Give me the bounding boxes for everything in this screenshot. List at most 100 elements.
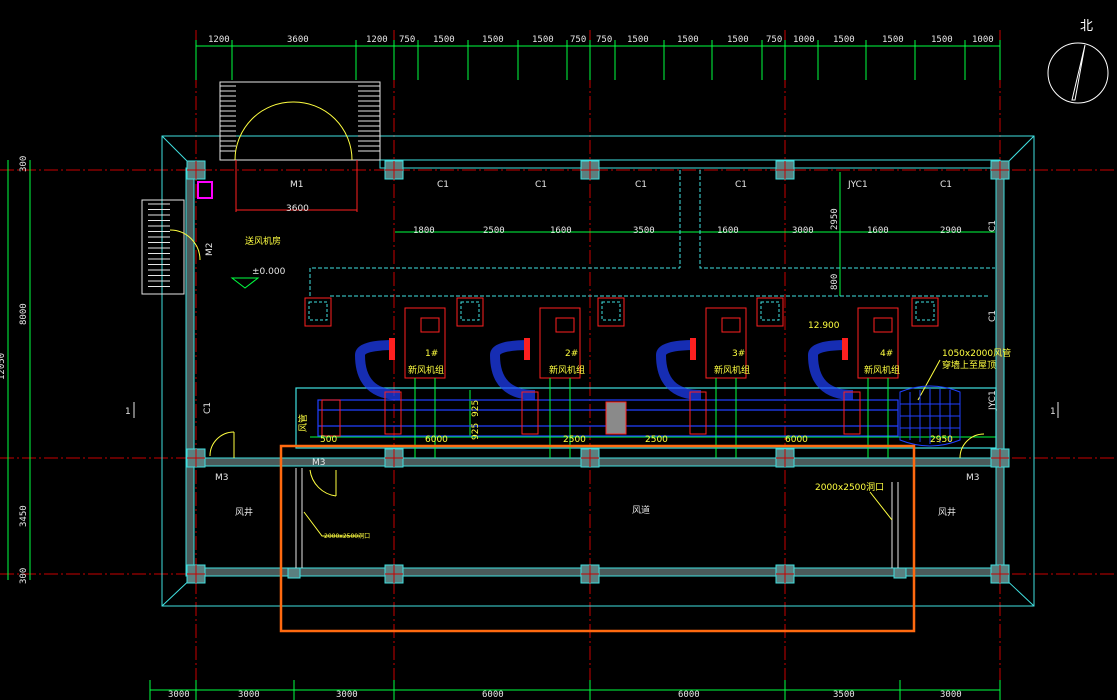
top-dim-label: 1500: [627, 35, 649, 45]
top-dim-label: 750: [399, 35, 415, 45]
structural-column: [580, 448, 600, 468]
top-dim-label: 1500: [882, 35, 904, 45]
top-dim-label: 1000: [972, 35, 994, 45]
fan-name: 新风机组: [549, 364, 585, 376]
top-dim-label: 1000: [793, 35, 815, 45]
section-mark-right: 1: [1050, 407, 1056, 417]
duct-note-line2: 穿墙上至屋顶: [942, 359, 996, 371]
top-dim-label: 1500: [833, 35, 855, 45]
structural-column: [775, 160, 795, 180]
duct-dim-label: 3000: [792, 226, 814, 236]
fan-flange: [842, 338, 848, 360]
fan-flange: [690, 338, 696, 360]
room-label-machine: 送风机房: [245, 235, 281, 247]
top-dim-label: 750: [570, 35, 586, 45]
fire-damper: [605, 401, 627, 435]
structural-column: [990, 564, 1010, 584]
door-m3-label: M3: [215, 473, 229, 483]
fan-flange: [524, 338, 530, 360]
vertical-dim-label: 800: [830, 274, 840, 290]
left-dim-label: 3450: [19, 505, 29, 527]
duct-dim-label: 1600: [717, 226, 739, 236]
window-label: C1: [535, 180, 547, 190]
duct-dim-label: 1600: [550, 226, 572, 236]
top-dim-label: 1200: [366, 35, 388, 45]
equipment-note: 12.900: [808, 321, 840, 331]
duct-dim-label: 1600: [867, 226, 889, 236]
structural-column: [580, 160, 600, 180]
bottom-dim-label: 3000: [336, 690, 358, 700]
fan-flange: [389, 338, 395, 360]
top-dim-label: 1500: [677, 35, 699, 45]
door-m3-label: M3: [312, 458, 326, 468]
door-m1-width: 3600: [286, 204, 309, 214]
fan-id: 1#: [425, 349, 438, 359]
top-dim-label: 3600: [287, 35, 309, 45]
duct-dim-label: 2500: [483, 226, 505, 236]
elevation-label: ±0.000: [252, 267, 286, 277]
top-dim-label: 1500: [433, 35, 455, 45]
room-label-air-mid: 风道: [632, 504, 650, 516]
window-label: C1: [635, 180, 647, 190]
structural-column: [384, 564, 404, 584]
bottom-dim-label: 6000: [678, 690, 700, 700]
top-dim-label: 750: [596, 35, 612, 45]
structural-column: [990, 448, 1010, 468]
window-label: JYC1: [847, 180, 868, 190]
duct-dim-label: 2900: [940, 226, 962, 236]
row-dim-label: 6000: [425, 435, 448, 445]
duct-note-line1: 1050x2000风管: [942, 347, 1011, 359]
window-label: C1: [988, 310, 998, 322]
structural-column: [186, 448, 206, 468]
bottom-dim-label: 3000: [238, 690, 260, 700]
row-dim-label: 2500: [645, 435, 668, 445]
row-dim-label: 2950: [930, 435, 953, 445]
top-dim-label: 1500: [727, 35, 749, 45]
top-dim-label: 1500: [532, 35, 554, 45]
structural-column: [186, 160, 206, 180]
top-dim-label: 750: [766, 35, 782, 45]
structural-column: [580, 564, 600, 584]
top-dim-label: 1200: [208, 35, 230, 45]
mid-vertical-dim: 925: [471, 400, 481, 417]
structural-column: [186, 564, 206, 584]
structural-column: [384, 448, 404, 468]
window-label: C1: [940, 180, 952, 190]
window-label: C1: [988, 220, 998, 232]
top-dim-label: 1500: [482, 35, 504, 45]
door-m1-label: M1: [290, 180, 304, 190]
left-dim-label: 8000: [19, 303, 29, 325]
opening-right-label: 2000x2500洞口: [815, 482, 884, 493]
duct-dim-label: 3500: [633, 226, 655, 236]
mid-vertical-dim: 925: [471, 423, 481, 440]
north-label: 北: [1080, 19, 1093, 34]
structural-column: [384, 160, 404, 180]
fan-name: 新风机组: [714, 364, 750, 376]
cad-floor-plan: 1200 3600 1200 750 1500 1500 1500 750 75…: [0, 0, 1117, 700]
structural-column: [775, 564, 795, 584]
window-label: C1: [437, 180, 449, 190]
fan-id: 2#: [565, 349, 578, 359]
row-dim-label: 500: [320, 435, 337, 445]
door-m3-label: M3: [966, 473, 980, 483]
fan-id: 4#: [880, 349, 893, 359]
left-dim-label: 300: [19, 568, 29, 584]
left-dim-label: 300: [19, 156, 29, 172]
left-outer-dim-label: 12050: [0, 353, 7, 380]
fan-name: 新风机组: [864, 364, 900, 376]
bottom-dim-label: 6000: [482, 690, 504, 700]
fan-name: 新风机组: [408, 364, 444, 376]
window-label: C1: [735, 180, 747, 190]
left-small-label: 风管: [297, 414, 309, 432]
row-dim-label: 6000: [785, 435, 808, 445]
bottom-dim-label: 3000: [940, 690, 962, 700]
door-m2-label: M2: [205, 243, 215, 257]
section-mark-left: 1: [125, 407, 131, 417]
column-block: [893, 567, 907, 579]
structural-column: [775, 448, 795, 468]
top-dim-label: 1500: [931, 35, 953, 45]
bottom-dim-label: 3000: [168, 690, 190, 700]
duct-dim-label: 1800: [413, 226, 435, 236]
structural-column: [990, 160, 1010, 180]
room-label-air-right: 风井: [938, 506, 956, 518]
